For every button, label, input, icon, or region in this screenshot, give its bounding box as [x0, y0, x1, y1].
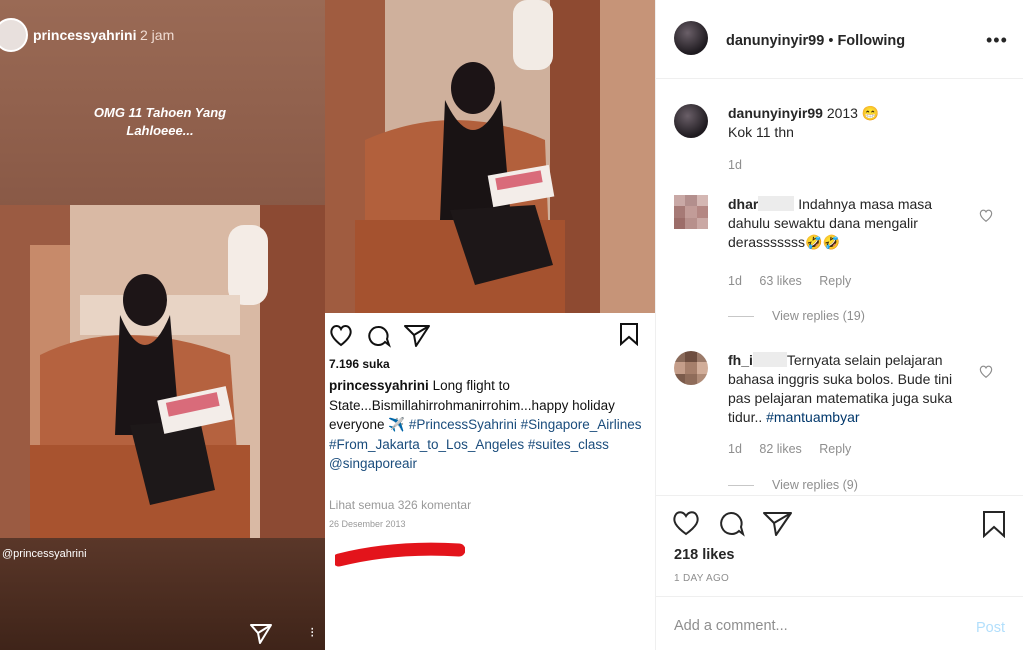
view-replies-button[interactable]: View replies (9) [728, 478, 858, 492]
following-button[interactable]: Following [837, 33, 905, 49]
comment-body: fh_i Ternyata selain pelajaran bahasa ing… [728, 351, 964, 427]
view-replies-label: View replies (19) [772, 309, 865, 323]
post-comment-button[interactable]: Post [976, 620, 1005, 636]
reply-button[interactable]: Reply [819, 442, 851, 456]
like-icon[interactable] [673, 511, 699, 536]
story-caption: OMG 11 Tahoen Yang Lahloeee... [93, 105, 227, 138]
comment-age: 1d [728, 442, 742, 456]
screenshot-collage: princessyahrini 2 jam OMG 11 Tahoen Yang… [0, 0, 655, 650]
post-time: 1 DAY AGO [674, 573, 730, 584]
comment-icon[interactable] [720, 511, 745, 537]
comment-username[interactable]: dhar [728, 196, 758, 212]
like-comment-icon[interactable] [979, 209, 993, 223]
old-post-caption: princessyahrini Long flight to State...B… [329, 376, 651, 474]
avatar[interactable] [674, 21, 708, 55]
view-replies-line [728, 485, 754, 487]
story-avatar [0, 18, 28, 52]
old-post-caption-user: princessyahrini [329, 378, 429, 393]
add-comment-bar: Post [656, 596, 1023, 651]
comment-input[interactable] [672, 617, 956, 635]
header-username[interactable]: danunyinyir99 [726, 33, 824, 49]
comment-avatar[interactable] [674, 104, 708, 138]
comment-text: 2013 😁 [826, 105, 880, 121]
comment-avatar[interactable] [674, 195, 708, 229]
comments-list[interactable]: danunyinyir99 2013 😁 Kok 11 thn 1d dhar … [656, 79, 1023, 494]
comment-body: dhar Indahnya masa masa dahulu sewaktu d… [728, 195, 964, 252]
redacted-name [758, 196, 795, 211]
post-actions: 218 likes 1 DAY AGO [656, 495, 1023, 584]
comment-likes[interactable]: 63 likes [759, 274, 801, 288]
story-send-icon[interactable] [248, 622, 274, 646]
post-header: danunyinyir99 • Following ••• [656, 0, 1023, 79]
red-scribble [335, 542, 465, 567]
share-icon[interactable] [763, 512, 792, 536]
post-detail-panel: danunyinyir99 • Following ••• danunyinyi… [655, 0, 1023, 650]
comment-text-line2: Kok 11 thn [728, 124, 794, 140]
story-time: 2 jam [140, 27, 175, 43]
view-replies-line [728, 316, 754, 318]
comment-username[interactable]: fh_i [728, 352, 753, 368]
view-replies-button[interactable]: View replies (19) [728, 309, 865, 323]
old-post-bookmark-icon[interactable] [618, 322, 640, 346]
comment-meta: 1d 63 likes Reply [728, 274, 865, 288]
comment-avatar[interactable] [674, 351, 708, 385]
old-post-action-icons [330, 325, 430, 348]
comment-body: danunyinyir99 2013 😁 Kok 11 thn [728, 104, 964, 142]
more-options-icon[interactable]: ••• [986, 30, 1008, 51]
story-photo [0, 205, 325, 538]
story-screenshot: princessyahrini 2 jam OMG 11 Tahoen Yang… [0, 0, 325, 650]
likes-count-text: 218 likes [674, 547, 735, 563]
comment-username[interactable]: danunyinyir99 [728, 105, 823, 121]
old-post-date: 26 Desember 2013 [329, 519, 406, 529]
old-post-screenshot: 7.196 suka princessyahrini Long flight t… [325, 0, 655, 650]
header-separator: • [828, 33, 834, 49]
likes-count[interactable]: 218 likes [674, 547, 734, 563]
view-replies-label: View replies (9) [772, 478, 858, 492]
save-icon[interactable] [982, 510, 1006, 538]
action-icons [673, 511, 792, 537]
header-user: danunyinyir99 • Following [726, 33, 905, 49]
old-post-photo [325, 0, 655, 313]
story-username: princessyahrini [33, 27, 137, 43]
comment-hashtag[interactable]: #mantuambyar [766, 409, 859, 425]
old-post-likes: 7.196 suka [329, 357, 390, 371]
comment-meta: 1d [728, 158, 756, 172]
redacted-name [752, 352, 787, 367]
comment-age: 1d [728, 274, 742, 288]
like-comment-icon[interactable] [979, 365, 993, 379]
story-mention: @princessyahrini [2, 548, 87, 560]
comment-meta: 1d 82 likes Reply [728, 442, 865, 456]
comment-likes[interactable]: 82 likes [759, 442, 801, 456]
comment-age: 1d [728, 158, 742, 172]
old-post-see-all-comments: Lihat semua 326 komentar [329, 498, 472, 512]
reply-button[interactable]: Reply [819, 274, 851, 288]
story-more-icon[interactable]: ⁝ [310, 624, 314, 641]
